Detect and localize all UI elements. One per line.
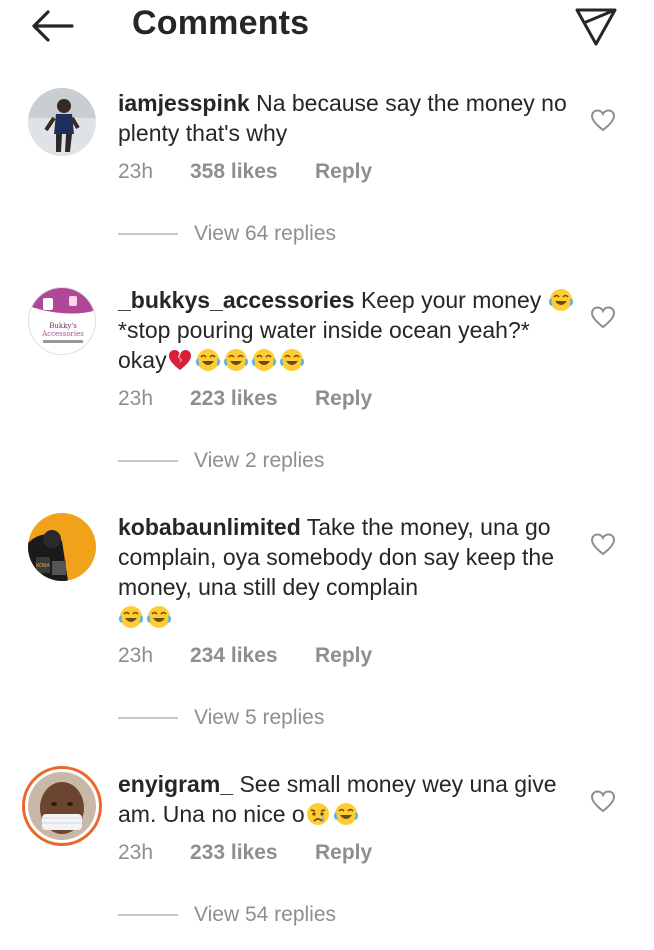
comment-text: kobabaunlimited Take the money, una go c… [118,512,578,632]
reply-button[interactable]: Reply [315,158,372,186]
comment-likes[interactable]: 234 likes [190,642,315,670]
comment-time: 23h [118,160,154,183]
comment-username[interactable]: _bukkys_accessories [118,287,355,313]
arrow-left-icon [32,10,74,42]
comment-username[interactable]: iamjesspink [118,90,250,116]
reply-button[interactable]: Reply [315,839,372,867]
view-replies-button[interactable]: View 64 replies [118,220,336,248]
view-replies-button[interactable]: View 2 replies [118,447,324,475]
broken-heart-icon [168,350,191,370]
view-replies-label: View 2 replies [194,449,325,472]
svg-text:Bukky's: Bukky's [49,322,77,330]
page-title: Comments [132,4,310,42]
laughing-tears-emoji-icon [251,349,276,371]
svg-text:Accessories: Accessories [41,330,84,338]
avatar[interactable]: Bukky's Accessories [28,287,96,355]
avatar[interactable] [28,88,96,156]
comment-meta: 23h 223 likes Reply [118,385,372,413]
divider [118,914,178,917]
header: Comments [0,0,654,56]
back-button[interactable] [28,6,76,46]
comment-username[interactable]: enyigram_ [118,771,233,797]
avatar[interactable] [22,766,102,846]
heart-icon[interactable] [590,108,616,134]
heart-icon[interactable] [590,789,616,815]
comment-text: _bukkys_accessories Keep your money *sto… [118,285,578,375]
comment-time: 23h [118,841,154,864]
comment-likes[interactable]: 358 likes [190,158,315,186]
comment-likes[interactable]: 223 likes [190,385,315,413]
comment-meta: 23h 234 likes Reply [118,642,372,670]
laughing-tears-emoji-icon [119,606,143,628]
share-button[interactable] [572,4,620,48]
comment-time: 23h [118,387,154,410]
laughing-tears-emoji-icon [333,803,358,825]
svg-text:KOBA: KOBA [36,563,50,569]
comment-content: Keep your money [360,287,542,313]
heart-icon[interactable] [590,305,616,331]
laughing-tears-emoji-icon [279,349,304,371]
divider [118,460,178,463]
comment-likes[interactable]: 233 likes [190,839,315,867]
divider [118,233,178,236]
comment-meta: 23h 233 likes Reply [118,839,372,867]
crying-face-emoji-icon [306,803,329,825]
view-replies-button[interactable]: View 5 replies [118,704,324,732]
view-replies-label: View 64 replies [194,222,337,245]
view-replies-button[interactable]: View 54 replies [118,901,336,929]
laughing-tears-emoji-icon [195,349,220,371]
reply-button[interactable]: Reply [315,385,372,413]
heart-icon[interactable] [590,532,616,558]
reply-button[interactable]: Reply [315,642,372,670]
avatar[interactable]: KOBA [28,513,96,581]
view-replies-label: View 54 replies [194,903,337,926]
comment-time: 23h [118,644,154,667]
comment-text: enyigram_ See small money wey una give a… [118,769,578,829]
laughing-tears-emoji-icon [548,289,573,311]
laughing-tears-emoji-icon [147,606,171,628]
laughing-tears-emoji-icon [223,349,248,371]
comment-text: iamjesspink Na because say the money no … [118,88,578,148]
comment-username[interactable]: kobabaunlimited [118,514,301,540]
paper-plane-icon [575,8,617,46]
divider [118,717,178,720]
view-replies-label: View 5 replies [194,706,325,729]
comment-meta: 23h 358 likes Reply [118,158,372,186]
